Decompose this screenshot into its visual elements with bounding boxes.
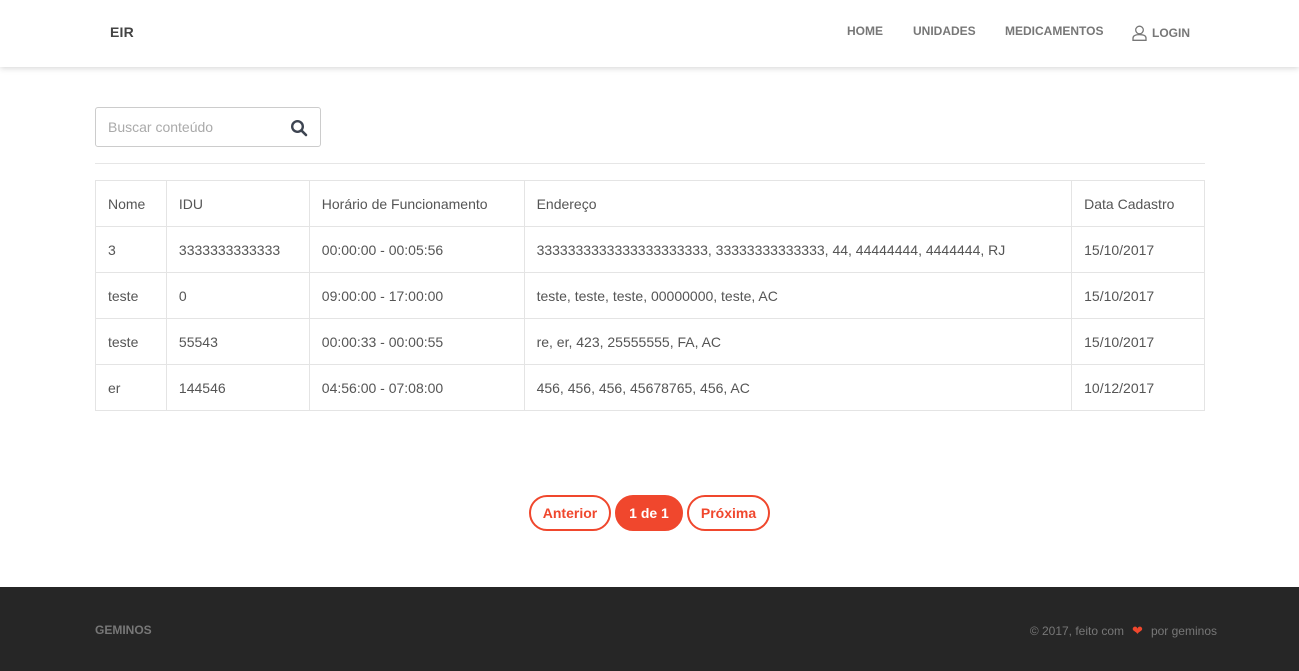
search-box (95, 107, 321, 147)
cell-horario: 09:00:00 - 17:00:00 (308, 272, 525, 319)
table-row[interactable]: teste 55543 00:00:33 - 00:00:55 re, er, … (95, 318, 1205, 365)
table-row[interactable]: teste 0 09:00:00 - 17:00:00 teste, teste… (95, 272, 1205, 319)
cell-nome: teste (95, 318, 167, 365)
cell-endereco: 3333333333333333333333, 33333333333333, … (523, 226, 1073, 273)
previous-page-button[interactable]: Anterior (529, 495, 611, 531)
cell-endereco: 456, 456, 456, 45678765, 456, AC (523, 364, 1073, 411)
user-icon (1132, 25, 1147, 41)
cell-data-cadastro: 10/12/2017 (1071, 364, 1205, 411)
footer-credit: © 2017, feito com ❤ por geminos (1030, 623, 1217, 639)
header-nome: Nome (95, 180, 167, 227)
next-page-button[interactable]: Próxima (687, 495, 770, 531)
heart-icon: ❤ (1132, 623, 1143, 638)
cell-horario: 04:56:00 - 07:08:00 (308, 364, 525, 411)
unidades-table: Nome IDU Horário de Funcionamento Endere… (95, 180, 1205, 411)
table-row[interactable]: 3 3333333333333 00:00:00 - 00:05:56 3333… (95, 226, 1205, 273)
table-row[interactable]: er 144546 04:56:00 - 07:08:00 456, 456, … (95, 364, 1205, 411)
nav-medicamentos[interactable]: MEDICAMENTOS (1005, 24, 1103, 38)
table-header-row: Nome IDU Horário de Funcionamento Endere… (95, 180, 1205, 227)
search-input[interactable] (96, 108, 276, 146)
navbar: EIR HOME UNIDADES MEDICAMENTOS LOGIN (0, 0, 1299, 67)
cell-nome: er (95, 364, 167, 411)
cell-data-cadastro: 15/10/2017 (1071, 272, 1205, 319)
nav-login[interactable]: LOGIN (1132, 25, 1190, 41)
footer-brand: GEMINOS (95, 623, 152, 637)
cell-nome: 3 (95, 226, 167, 273)
header-data-cadastro: Data Cadastro (1071, 180, 1205, 227)
search-icon[interactable] (290, 119, 308, 137)
nav-home[interactable]: HOME (847, 24, 883, 38)
nav-login-label: LOGIN (1152, 26, 1190, 40)
cell-endereco: re, er, 423, 25555555, FA, AC (523, 318, 1073, 365)
cell-idu: 3333333333333 (165, 226, 310, 273)
footer: GEMINOS © 2017, feito com ❤ por geminos (0, 587, 1299, 671)
cell-data-cadastro: 15/10/2017 (1071, 226, 1205, 273)
footer-credit-suffix: por geminos (1150, 624, 1217, 638)
pagination: Anterior 1 de 1 Próxima (0, 495, 1299, 531)
cell-idu: 0 (165, 272, 310, 319)
header-idu: IDU (165, 180, 310, 227)
cell-horario: 00:00:00 - 00:05:56 (308, 226, 525, 273)
cell-nome: teste (95, 272, 167, 319)
cell-idu: 55543 (165, 318, 310, 365)
divider (95, 163, 1205, 164)
header-horario: Horário de Funcionamento (308, 180, 525, 227)
cell-horario: 00:00:33 - 00:00:55 (308, 318, 525, 365)
nav-unidades[interactable]: UNIDADES (913, 24, 976, 38)
main-nav: HOME UNIDADES MEDICAMENTOS LOGIN (0, 24, 1299, 44)
cell-idu: 144546 (165, 364, 310, 411)
header-endereco: Endereço (523, 180, 1073, 227)
cell-data-cadastro: 15/10/2017 (1071, 318, 1205, 365)
current-page-indicator: 1 de 1 (615, 495, 683, 531)
footer-credit-prefix: © 2017, feito com (1029, 624, 1125, 638)
cell-endereco: teste, teste, teste, 00000000, teste, AC (523, 272, 1073, 319)
